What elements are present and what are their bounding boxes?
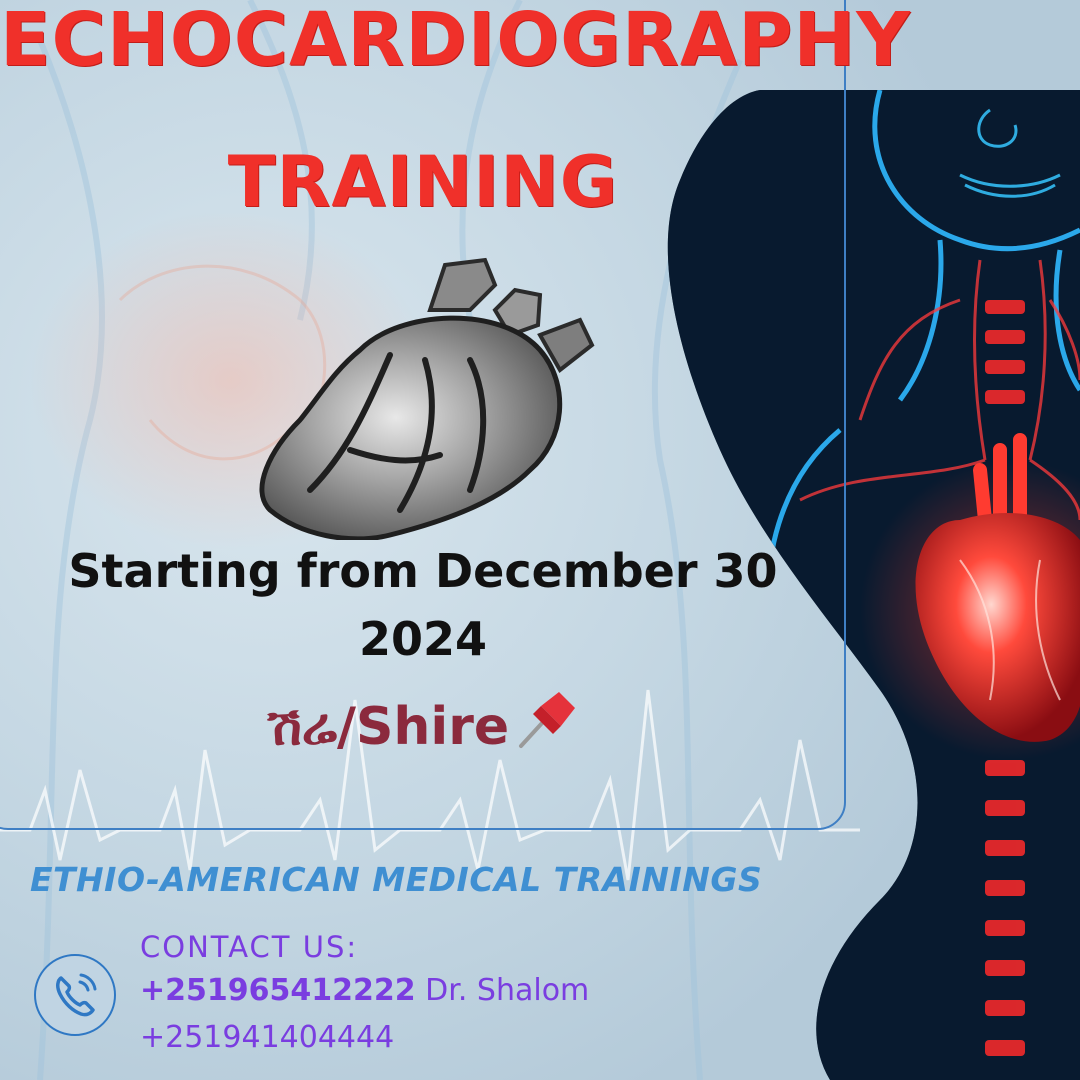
start-date-line-1: Starting from December 30 [68,544,778,598]
contact-person: Dr. Shalom [415,973,590,1008]
contact-label: CONTACT US: [140,930,359,964]
phone-number-secondary[interactable]: +251941404444 [140,1020,394,1055]
phone-icon [34,954,116,1036]
anatomical-heart-icon [240,250,610,542]
pushpin-icon [513,688,579,750]
location-text: ሽሬ/Shire [266,697,510,757]
location: ሽሬ/Shire [200,688,646,762]
contact-primary: +251965412222 Dr. Shalom [140,973,589,1008]
organization-name: ETHIO-AMERICAN MEDICAL TRAININGS [30,860,763,899]
title-line-2: TRAINING [227,141,619,223]
title-line-1: ECHOCARDIOGRAPHY [0,0,911,83]
phone-number-primary[interactable]: +251965412222 [140,973,416,1008]
start-date-line-2: 2024 [358,612,488,666]
